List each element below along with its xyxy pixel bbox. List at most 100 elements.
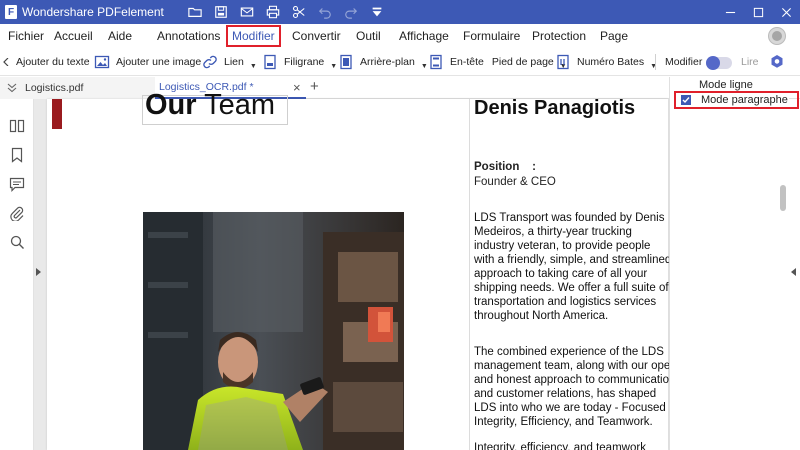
app-title: Wondershare PDFelement <box>22 5 164 19</box>
save-icon[interactable] <box>208 0 234 24</box>
tab-logistics[interactable]: Logistics.pdf <box>0 77 155 99</box>
text-line: Integrity, Efficiency, and Teamwork. <box>474 416 653 428</box>
bookmark-icon[interactable] <box>8 146 26 164</box>
attachment-icon[interactable] <box>8 204 26 222</box>
text-line: with a friendly, simple, and streamlined <box>474 254 672 266</box>
checkmark-icon <box>682 97 690 104</box>
avatar[interactable] <box>768 27 786 45</box>
menu-page[interactable]: Page <box>600 24 628 48</box>
menu-bar: Fichier Accueil Aide Annotations Modifie… <box>0 24 800 48</box>
app-window: F Wondershare PDFelement Fichier Accueil… <box>0 0 800 450</box>
collapse-left-panel-icon[interactable] <box>36 268 41 276</box>
undo-icon[interactable] <box>312 0 338 24</box>
background-label: Arrière-plan <box>360 56 415 68</box>
menu-annotations[interactable]: Annotations <box>157 24 220 48</box>
toggle-knob <box>706 56 720 70</box>
text-line: management team, along with our open <box>474 360 677 372</box>
background-icon <box>338 54 354 70</box>
paragraph-mode-checkbox[interactable] <box>681 95 691 105</box>
app-logo-mark: F <box>5 5 17 19</box>
modify-label: Modifier <box>665 56 703 68</box>
background-button[interactable]: Arrière-plan ▼ <box>338 48 428 76</box>
heading-bold-word: Our <box>145 89 197 121</box>
title-bar: F Wondershare PDFelement <box>0 0 800 24</box>
menu-protection[interactable]: Protection <box>532 24 586 48</box>
bio-paragraph-2[interactable]: The combined experience of the LDS manag… <box>474 345 682 429</box>
text-line: industry veteran, to provide people <box>474 240 651 252</box>
link-icon <box>202 54 218 70</box>
print-icon[interactable] <box>260 0 286 24</box>
menu-formulaire[interactable]: Formulaire <box>463 24 520 48</box>
paragraph-mode-label: Mode paragraphe <box>701 94 788 106</box>
watermark-label: Filigrane <box>284 56 325 68</box>
image-icon <box>94 54 110 70</box>
text-line: and honest approach to communication <box>474 374 676 386</box>
person-name[interactable]: Denis Panagiotis <box>474 95 635 121</box>
chevron-left-icon <box>3 58 9 66</box>
bates-number-button[interactable]: Numéro Bates ▼ <box>555 48 657 76</box>
add-text-button[interactable]: Ajouter du texte <box>16 48 90 76</box>
bates-number-icon <box>555 54 571 70</box>
read-mode-label: Lire <box>741 48 759 76</box>
text-line: throughout North America. <box>474 310 609 322</box>
warehouse-worker-photo[interactable] <box>143 212 404 450</box>
toolbar-divider <box>655 54 656 70</box>
heading-rest: Team <box>196 89 276 121</box>
menu-convertir[interactable]: Convertir <box>292 24 341 48</box>
gear-icon <box>769 54 785 70</box>
comment-icon[interactable] <box>8 175 26 193</box>
add-text-label: Ajouter du texte <box>16 56 90 68</box>
position-label[interactable]: Position : <box>474 160 536 174</box>
footer-label: Pied de page <box>491 56 554 68</box>
bio-paragraph-1[interactable]: LDS Transport was founded by Denis Medei… <box>474 211 671 323</box>
thumbnails-icon[interactable] <box>8 117 26 135</box>
redo-icon[interactable] <box>338 0 364 24</box>
text-line: approach to taking care of all your <box>474 268 648 280</box>
settings-button[interactable] <box>769 48 791 76</box>
page-heading[interactable]: Our Team <box>145 88 275 122</box>
menu-fichier[interactable]: Fichier <box>8 24 44 48</box>
chevron-down-icon: ▼ <box>420 63 428 70</box>
add-image-label: Ajouter une image <box>116 56 202 68</box>
position-value[interactable]: Founder & CEO <box>474 175 556 189</box>
bio-paragraph-3[interactable]: Integrity, efficiency, and teamwork <box>474 441 646 450</box>
mail-icon[interactable] <box>234 0 260 24</box>
menu-affichage[interactable]: Affichage <box>399 24 449 48</box>
edit-mode-toggle[interactable] <box>706 56 732 70</box>
menu-outil[interactable]: Outil <box>356 24 381 48</box>
paragraph-mode-option[interactable]: Mode paragraphe <box>674 91 799 109</box>
text-line: The combined experience of the LDS <box>474 346 664 358</box>
read-label: Lire <box>741 56 759 68</box>
tab-label: Logistics.pdf <box>25 82 84 94</box>
chevron-down-icon: ▼ <box>650 63 658 70</box>
add-image-button[interactable]: Ajouter une image <box>94 48 201 76</box>
header-label: En-tête <box>450 56 484 68</box>
maximize-icon[interactable] <box>744 0 772 24</box>
search-icon[interactable] <box>8 233 26 251</box>
watermark-button[interactable]: Filigrane ▼ <box>262 48 337 76</box>
bates-number-label: Numéro Bates <box>577 56 645 68</box>
chevron-down-icon: ▼ <box>249 63 257 70</box>
folder-icon[interactable] <box>182 0 208 24</box>
chevron-down-icon: ▼ <box>330 63 338 70</box>
app-logo: F <box>0 0 22 24</box>
link-button[interactable]: Lien ▼ <box>202 48 257 76</box>
menu-modifier[interactable]: Modifier <box>226 25 281 47</box>
close-icon[interactable] <box>772 0 800 24</box>
watermark-icon <box>262 54 278 70</box>
text-line: LDS Transport was founded by Denis <box>474 212 665 224</box>
vertical-scrollbar[interactable] <box>780 185 786 211</box>
text-line: Medeiros, a thirty-year trucking <box>474 226 632 238</box>
window-controls <box>716 0 800 24</box>
dropdown-icon[interactable] <box>364 0 390 24</box>
tab-close-icon[interactable]: × <box>293 81 301 95</box>
menu-accueil[interactable]: Accueil <box>54 24 93 48</box>
scissors-icon[interactable] <box>286 0 312 24</box>
minimize-icon[interactable] <box>716 0 744 24</box>
collapse-right-panel-icon[interactable] <box>791 268 796 276</box>
menu-aide[interactable]: Aide <box>108 24 132 48</box>
new-tab-icon[interactable]: + <box>310 79 319 95</box>
text-line: transportation and logistics services <box>474 296 657 308</box>
toolbar-scroll-left[interactable] <box>3 48 9 76</box>
header-footer-button[interactable]: En-tête Pied de page ▼ <box>428 48 567 76</box>
